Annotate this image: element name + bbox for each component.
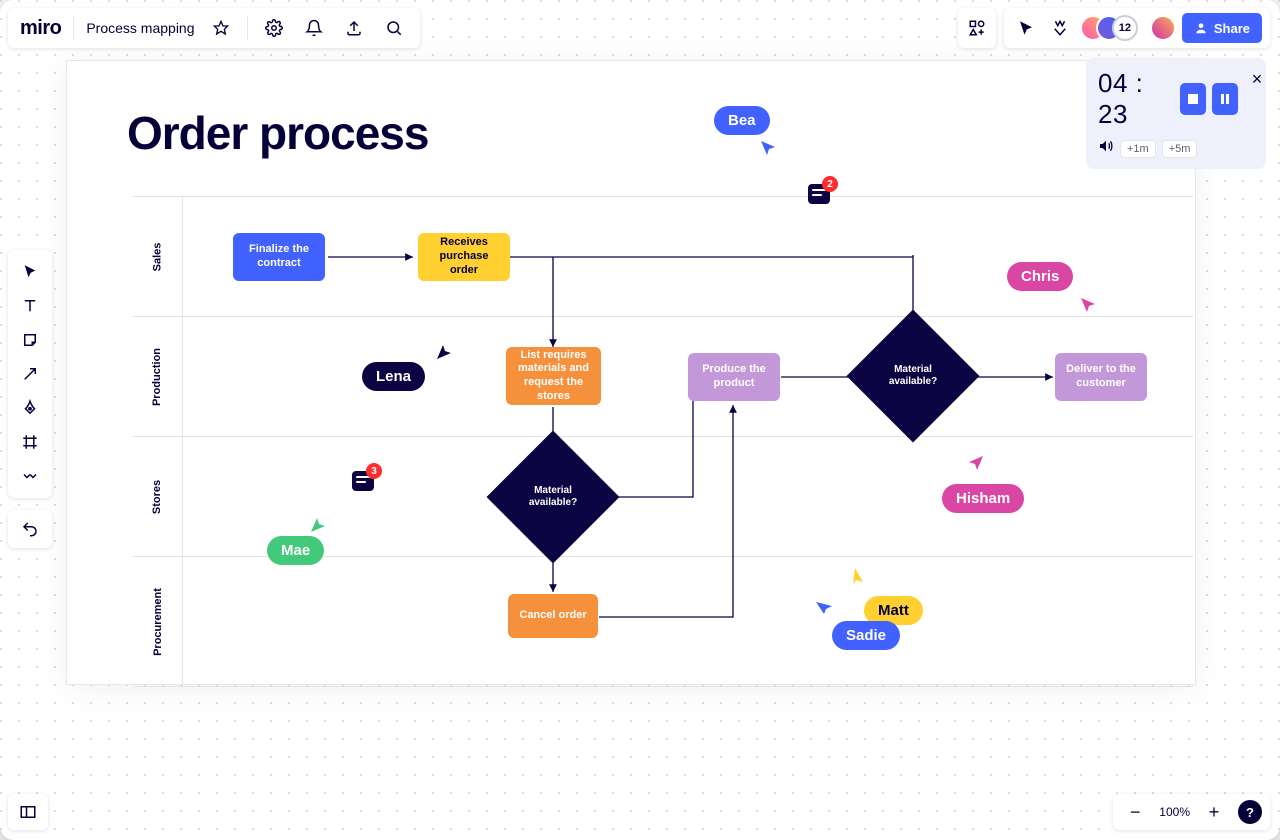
node-receives[interactable]: Receives purchase order xyxy=(418,233,510,281)
cursor-icon xyxy=(1079,296,1099,316)
help-button[interactable]: ? xyxy=(1238,800,1262,824)
cursor-tag-chris: Chris xyxy=(1007,262,1073,291)
zoom-in-button[interactable]: + xyxy=(1200,798,1228,826)
timer-add-1m[interactable]: +1m xyxy=(1120,140,1156,158)
node-cancel[interactable]: Cancel order xyxy=(508,594,598,638)
lane-label: Stores xyxy=(152,479,164,513)
cursor-icon xyxy=(435,341,455,361)
upload-icon[interactable] xyxy=(340,14,368,42)
left-toolbar xyxy=(8,250,52,498)
timer-display: 04 : 23 xyxy=(1098,68,1180,130)
node-finalize[interactable]: Finalize the contract xyxy=(233,233,325,281)
diamond-label: Material available? xyxy=(506,450,600,544)
more-tools-icon[interactable] xyxy=(16,462,44,490)
lane-procurement: Procurement xyxy=(133,557,1193,687)
timer-add-5m[interactable]: +5m xyxy=(1162,140,1198,158)
cursor-icon xyxy=(965,454,985,474)
cursor-icon xyxy=(847,566,867,586)
reactions-icon[interactable] xyxy=(1046,14,1074,42)
text-tool-icon[interactable] xyxy=(16,292,44,320)
bell-icon[interactable] xyxy=(300,14,328,42)
cursor-icon xyxy=(759,139,779,159)
cursor-tool-icon[interactable] xyxy=(1012,14,1040,42)
timer-panel[interactable]: × 04 : 23 +1m +5m xyxy=(1086,58,1266,169)
comment-count-badge: 2 xyxy=(822,176,838,192)
node-material-available-1[interactable]: Material available? xyxy=(506,450,600,544)
lane-label: Production xyxy=(152,347,164,405)
cursor-tag-hisham: Hisham xyxy=(942,484,1024,513)
search-icon[interactable] xyxy=(380,14,408,42)
top-right-cluster: 12 Share xyxy=(958,8,1270,48)
node-deliver[interactable]: Deliver to the customer xyxy=(1055,353,1147,401)
settings-icon[interactable] xyxy=(260,14,288,42)
share-button[interactable]: Share xyxy=(1182,13,1262,43)
minimap-button[interactable] xyxy=(8,794,48,830)
share-button-label: Share xyxy=(1214,21,1250,36)
collab-panel: 12 Share xyxy=(1004,8,1270,48)
sticky-tool-icon[interactable] xyxy=(16,326,44,354)
star-icon[interactable] xyxy=(207,14,235,42)
cursor-tag-mae: Mae xyxy=(267,536,324,565)
arrow-tool-icon[interactable] xyxy=(16,360,44,388)
undo-button[interactable] xyxy=(8,510,52,548)
node-material-available-2[interactable]: Material available? xyxy=(866,329,960,423)
avatar-overflow-count: 12 xyxy=(1112,15,1138,41)
zoom-controls: − 100% + ? xyxy=(1113,794,1270,830)
lane-production: Production xyxy=(133,317,1193,437)
miro-logo[interactable]: miro xyxy=(20,17,61,40)
divider xyxy=(73,16,74,40)
close-icon[interactable]: × xyxy=(1246,68,1268,90)
cursor-tag-lena: Lena xyxy=(362,362,425,391)
comment-count-badge: 3 xyxy=(366,463,382,479)
comment-bubble[interactable]: 2 xyxy=(808,184,830,204)
cursor-tag-sadie: Sadie xyxy=(832,621,900,650)
lane-label: Procurement xyxy=(152,588,164,656)
app-frame: miro Process mapping xyxy=(0,0,1280,840)
current-user-avatar[interactable] xyxy=(1150,15,1176,41)
pen-tool-icon[interactable] xyxy=(16,394,44,422)
top-bar: miro Process mapping xyxy=(8,8,420,48)
select-tool-icon[interactable] xyxy=(16,258,44,286)
zoom-percent[interactable]: 100% xyxy=(1159,805,1190,819)
apps-button[interactable] xyxy=(958,8,996,48)
node-list[interactable]: List requires materials and request the … xyxy=(506,347,601,405)
timer-pause-button[interactable] xyxy=(1212,83,1238,115)
avatar-stack[interactable]: 12 xyxy=(1080,15,1138,41)
sound-icon[interactable] xyxy=(1098,138,1114,159)
diamond-label: Material available? xyxy=(866,329,960,423)
timer-stop-button[interactable] xyxy=(1180,83,1206,115)
comment-bubble[interactable]: 3 xyxy=(352,471,374,491)
divider xyxy=(247,16,248,40)
canvas-frame[interactable]: Order process Sales Production Stores Pr… xyxy=(66,60,1196,685)
cursor-icon xyxy=(309,514,329,534)
page-title[interactable]: Order process xyxy=(127,106,428,160)
cursor-tag-bea: Bea xyxy=(714,106,770,135)
zoom-out-button[interactable]: − xyxy=(1121,798,1149,826)
board-name[interactable]: Process mapping xyxy=(86,20,194,36)
frame-tool-icon[interactable] xyxy=(16,428,44,456)
cursor-icon xyxy=(814,596,834,616)
lane-label: Sales xyxy=(152,242,164,271)
node-produce[interactable]: Produce the product xyxy=(688,353,780,401)
